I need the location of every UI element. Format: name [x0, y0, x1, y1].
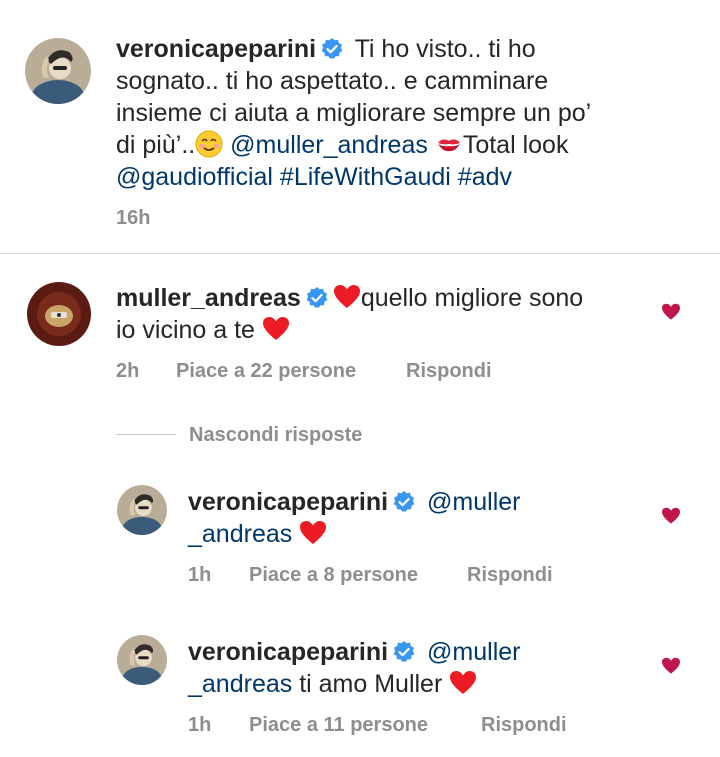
- caption-mention-gaudiofficial[interactable]: @gaudiofficial: [116, 163, 273, 191]
- caption-divider: [0, 253, 720, 254]
- reply-likes-count[interactable]: Piace a 8 persone: [249, 563, 418, 587]
- reply-reply-button[interactable]: Rispondi: [481, 713, 567, 737]
- red-heart-emoji-icon: [449, 670, 477, 704]
- avatar-veronicapeparini-reply1[interactable]: [117, 485, 167, 535]
- like-heart-icon[interactable]: [661, 303, 681, 326]
- hide-replies-line: [116, 434, 176, 435]
- reply-timestamp: 1h: [188, 564, 212, 586]
- comment-muller-andreas: muller_andreas quello migliore sono io vi…: [116, 282, 656, 348]
- comment-reply-button[interactable]: Rispondi: [406, 359, 492, 383]
- reply-1: veronicapeparini @muller _andreas: [188, 486, 648, 552]
- hide-replies-button[interactable]: Nascondi risposte: [189, 423, 362, 447]
- hashtag-adv[interactable]: #adv: [458, 163, 512, 191]
- reply-timestamp: 1h: [188, 714, 212, 736]
- caption-text: veronicapeparini Ti ho visto.. ti ho sog…: [116, 33, 716, 203]
- comment-timestamp: 2h: [116, 360, 140, 382]
- caption-line2: sognato.. ti ho aspettato.. e camminare: [116, 67, 549, 95]
- caption-mention-muller-andreas[interactable]: @muller_andreas: [230, 131, 428, 159]
- comment-line1: quello migliore sono: [360, 284, 584, 312]
- reply-text: ti amo Muller: [292, 670, 443, 698]
- like-heart-icon[interactable]: [661, 657, 681, 680]
- avatar-muller-andreas[interactable]: [27, 282, 91, 346]
- reply-mention-part1[interactable]: @muller: [427, 488, 520, 516]
- hashtag-lifewithgaudi[interactable]: #LifeWithGaudi: [280, 163, 451, 191]
- avatar-veronicapeparini-reply2[interactable]: [117, 635, 167, 685]
- reply-mention-part2[interactable]: _andreas: [188, 520, 292, 548]
- red-heart-emoji-icon: [333, 284, 361, 318]
- reply-mention-part1[interactable]: @muller: [427, 638, 520, 666]
- verified-badge-icon: [305, 286, 329, 318]
- avatar-veronicapeparini[interactable]: [25, 38, 91, 104]
- reply-reply-button[interactable]: Rispondi: [467, 563, 553, 587]
- comment-line2: io vicino a te: [116, 316, 255, 344]
- verified-badge-icon: [392, 490, 416, 522]
- reply-username[interactable]: veronicapeparini: [188, 488, 388, 516]
- caption-line4: di più’..: [116, 131, 196, 159]
- red-heart-emoji-icon: [262, 316, 290, 350]
- like-heart-icon[interactable]: [661, 507, 681, 530]
- comment-username[interactable]: muller_andreas: [116, 284, 301, 312]
- reply-username[interactable]: veronicapeparini: [188, 638, 388, 666]
- comment-likes-count[interactable]: Piace a 22 persone: [176, 359, 356, 383]
- reply-mention-part2[interactable]: _andreas: [188, 670, 292, 698]
- reply-2: veronicapeparini @muller _andreas ti amo…: [188, 636, 648, 702]
- caption-username[interactable]: veronicapeparini: [116, 35, 316, 63]
- caption-timestamp: 16h: [116, 207, 151, 229]
- reply-likes-count[interactable]: Piace a 11 persone: [249, 713, 428, 737]
- red-heart-emoji-icon: [299, 520, 327, 554]
- caption-line1: Ti ho visto.. ti ho: [354, 35, 536, 63]
- caption-line4-tail: Total look: [462, 131, 569, 159]
- caption-line3: insieme ci aiuta a migliorare sempre un …: [116, 99, 592, 127]
